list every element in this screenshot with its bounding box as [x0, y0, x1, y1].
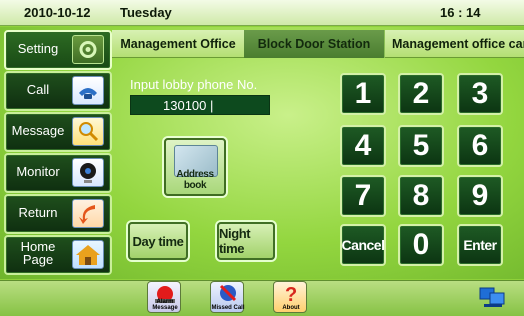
sidebar-item-home-page[interactable]: Home Page: [4, 235, 112, 275]
sidebar-item-label: Home Page: [20, 239, 56, 267]
key-6[interactable]: 6: [457, 125, 503, 167]
sidebar-item-return[interactable]: Return: [4, 194, 112, 234]
sidebar-item-label: Setting: [17, 40, 59, 56]
key-7[interactable]: 7: [340, 175, 386, 217]
sidebar-item-label: Return: [18, 204, 58, 220]
sidebar-item-message[interactable]: Message: [4, 112, 112, 152]
sidebar-item-label: Call: [26, 81, 50, 97]
home-icon: [72, 240, 104, 269]
sidebar-item-call[interactable]: Call: [4, 71, 112, 111]
address-book-button[interactable]: Address book: [164, 138, 226, 196]
key-0[interactable]: 0: [398, 224, 444, 266]
key-2[interactable]: 2: [398, 73, 444, 115]
phone-icon: [72, 76, 104, 105]
missed-call-icon: [219, 284, 237, 302]
key-1[interactable]: 1: [340, 73, 386, 115]
tab-bar: Management Office Block Door Station Man…: [112, 30, 524, 58]
enter-button[interactable]: Enter: [457, 224, 503, 266]
cancel-button[interactable]: Cancel: [340, 224, 386, 266]
missed-call-button[interactable]: Missed Call: [210, 281, 245, 313]
gear-icon: [72, 35, 104, 64]
tab-management-office[interactable]: Management Office: [112, 30, 245, 58]
about-label: About: [282, 305, 300, 311]
weekday-text: Tuesday: [120, 5, 172, 20]
alarm-message-button[interactable]: Alarm Message: [147, 281, 181, 313]
about-button[interactable]: ? About: [273, 281, 307, 313]
status-bar: 2010-10-12 Tuesday 16 : 14: [0, 0, 524, 26]
missed-call-label: Missed Call: [211, 305, 245, 311]
magnifier-icon: [72, 117, 104, 146]
network-monitor-icon[interactable]: [478, 284, 508, 310]
alarm-message-label: Alarm Message: [152, 299, 178, 311]
question-mark-icon: ?: [285, 284, 297, 306]
sidebar-item-monitor[interactable]: Monitor: [4, 153, 112, 193]
key-8[interactable]: 8: [398, 175, 444, 217]
return-arrow-icon: [72, 199, 104, 228]
key-9[interactable]: 9: [457, 175, 503, 217]
sidebar-item-label: Message: [11, 122, 65, 138]
phone-input-label: Input lobby phone No.: [130, 77, 258, 92]
sidebar: Setting Call Message Monitor Return Home…: [2, 30, 112, 275]
camera-icon: [72, 158, 104, 187]
day-time-button[interactable]: Day time: [128, 222, 188, 260]
key-5[interactable]: 5: [398, 125, 444, 167]
night-time-button[interactable]: Night time: [217, 222, 275, 260]
phone-number-input[interactable]: 130100 |: [130, 95, 270, 115]
address-book-label: Address book: [176, 169, 214, 191]
sidebar-item-setting[interactable]: Setting: [4, 30, 112, 70]
bottom-bar: [0, 280, 524, 316]
tab-block-door-station[interactable]: Block Door Station: [244, 30, 385, 58]
date-text: 2010-10-12: [24, 5, 91, 20]
sidebar-item-label: Monitor: [16, 163, 60, 179]
key-4[interactable]: 4: [340, 125, 386, 167]
clock-text: 16 : 14: [440, 5, 481, 20]
key-3[interactable]: 3: [457, 73, 503, 115]
tab-management-office-camera[interactable]: Management office camera: [384, 30, 524, 58]
svg-text:?: ?: [285, 284, 297, 304]
